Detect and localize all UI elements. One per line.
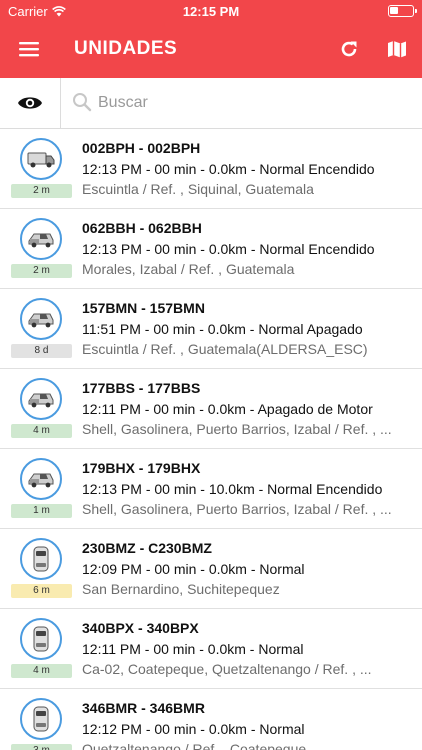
- truck-icon: [27, 152, 55, 168]
- battery-icon: [388, 5, 417, 17]
- unit-row[interactable]: 2 m 062BBH - 062BBH 12:13 PM - 00 min - …: [0, 209, 422, 289]
- eye-icon: [18, 97, 42, 109]
- unit-row[interactable]: 4 m 340BPX - 340BPX 12:11 PM - 00 min - …: [0, 609, 422, 689]
- clock: 12:15 PM: [182, 4, 240, 19]
- map-button[interactable]: [382, 34, 412, 64]
- unit-address: Shell, Gasolinera, Puerto Barrios, Izaba…: [82, 421, 392, 437]
- unit-address: Escuintla / Ref. , Guatemala(ALDERSA_ESC…: [82, 341, 368, 357]
- status-bar: Carrier 12:15 PM: [0, 0, 422, 22]
- elapsed-badge: 1 m: [11, 504, 72, 518]
- unit-address: Ca-02, Coatepeque, Quetzaltenango / Ref.…: [82, 661, 372, 677]
- unit-status: 12:13 PM - 00 min - 0.0km - Normal Encen…: [82, 241, 375, 257]
- unit-name: 230BMZ - C230BMZ: [82, 540, 212, 556]
- unit-status: 12:13 PM - 00 min - 0.0km - Normal Encen…: [82, 161, 375, 177]
- app-header: Carrier 12:15 PM UNIDADES: [0, 0, 422, 78]
- elapsed-badge: 4 m: [11, 424, 72, 438]
- pickup-icon: [28, 313, 54, 328]
- unit-address: Morales, Izabal / Ref. , Guatemala: [82, 261, 295, 277]
- unit-row[interactable]: 1 m 179BHX - 179BHX 12:13 PM - 00 min - …: [0, 449, 422, 529]
- elapsed-badge: 3 m: [11, 744, 72, 750]
- elapsed-badge: 2 m: [11, 264, 72, 278]
- pickup-icon: [28, 393, 54, 408]
- app-bar: UNIDADES: [0, 24, 422, 78]
- elapsed-badge: 6 m: [11, 584, 72, 598]
- unit-avatar: [20, 298, 62, 340]
- refresh-icon: [341, 41, 357, 57]
- unit-name: 179BHX - 179BHX: [82, 460, 201, 476]
- search-bar: [0, 78, 422, 129]
- unit-address: Escuintla / Ref. , Siquinal, Guatemala: [82, 181, 314, 197]
- unit-status: 12:09 PM - 00 min - 0.0km - Normal: [82, 561, 305, 577]
- elapsed-badge: 4 m: [11, 664, 72, 678]
- menu-button[interactable]: [14, 34, 44, 64]
- pickup-icon: [28, 233, 54, 248]
- unit-status: 12:12 PM - 00 min - 0.0km - Normal: [82, 721, 305, 737]
- unit-status: 12:11 PM - 00 min - 0.0km - Apagado de M…: [82, 401, 373, 417]
- unit-avatar: [20, 138, 62, 180]
- unit-name: 062BBH - 062BBH: [82, 220, 202, 236]
- unit-avatar: [20, 698, 62, 740]
- unit-address: Quetzaltenango / Ref. , Coatepeque: [82, 741, 307, 750]
- unit-status: 11:51 PM - 00 min - 0.0km - Normal Apaga…: [82, 321, 363, 337]
- unit-avatar: [20, 458, 62, 500]
- unit-status: 12:13 PM - 00 min - 10.0km - Normal Ence…: [82, 481, 383, 497]
- elapsed-badge: 2 m: [11, 184, 72, 198]
- unit-name: 340BPX - 340BPX: [82, 620, 199, 636]
- unit-address: San Bernardino, Suchitepequez: [82, 581, 280, 597]
- unit-name: 157BMN - 157BMN: [82, 300, 205, 316]
- unit-row[interactable]: 8 d 157BMN - 157BMN 11:51 PM - 00 min - …: [0, 289, 422, 369]
- visibility-toggle-button[interactable]: [0, 78, 61, 128]
- unit-row[interactable]: 4 m 177BBS - 177BBS 12:11 PM - 00 min - …: [0, 369, 422, 449]
- car-icon: [33, 546, 49, 572]
- search-input[interactable]: [98, 90, 408, 116]
- refresh-button[interactable]: [334, 34, 364, 64]
- elapsed-badge: 8 d: [11, 344, 72, 358]
- page-title: UNIDADES: [74, 38, 178, 59]
- unit-name: 346BMR - 346BMR: [82, 700, 205, 716]
- unit-avatar: [20, 378, 62, 420]
- unit-avatar: [20, 218, 62, 260]
- unit-avatar: [20, 538, 62, 580]
- unit-status: 12:11 PM - 00 min - 0.0km - Normal: [82, 641, 304, 657]
- search-icon: [73, 93, 92, 112]
- map-icon: [388, 41, 406, 58]
- unit-row[interactable]: 3 m 346BMR - 346BMR 12:12 PM - 00 min - …: [0, 689, 422, 750]
- unit-avatar: [20, 618, 62, 660]
- unit-address: Shell, Gasolinera, Puerto Barrios, Izaba…: [82, 501, 392, 517]
- units-list: 2 m 002BPH - 002BPH 12:13 PM - 00 min - …: [0, 129, 422, 750]
- car-icon: [33, 626, 49, 652]
- unit-row[interactable]: 6 m 230BMZ - C230BMZ 12:09 PM - 00 min -…: [0, 529, 422, 609]
- hamburger-icon: [19, 42, 39, 57]
- pickup-icon: [28, 473, 54, 488]
- unit-name: 002BPH - 002BPH: [82, 140, 201, 156]
- unit-name: 177BBS - 177BBS: [82, 380, 201, 396]
- car-icon: [33, 706, 49, 732]
- unit-row[interactable]: 2 m 002BPH - 002BPH 12:13 PM - 00 min - …: [0, 129, 422, 209]
